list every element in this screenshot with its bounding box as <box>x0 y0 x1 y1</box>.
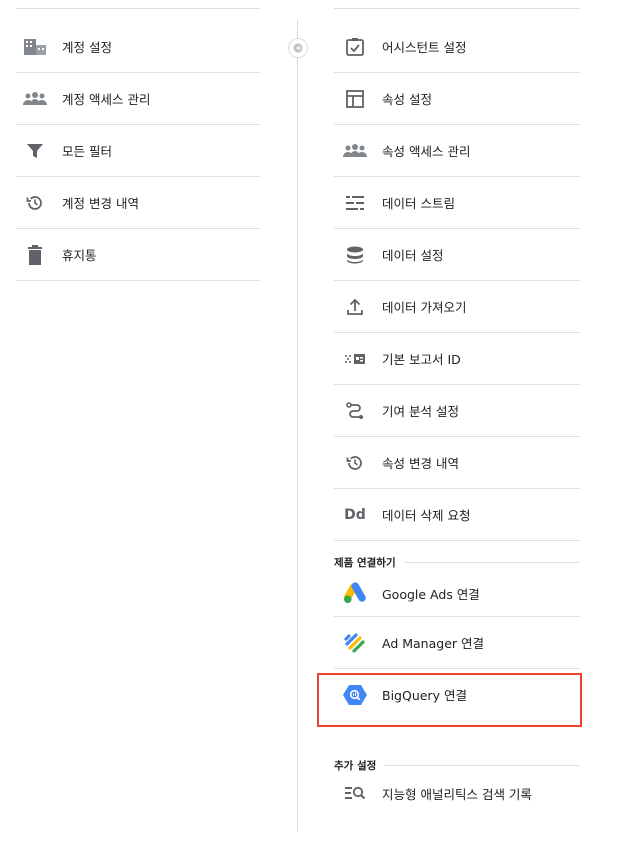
section-heading-text: 제품 연결하기 <box>334 557 396 569</box>
section-heading-text: 추가 설정 <box>334 760 377 772</box>
building-icon <box>22 34 48 60</box>
people-icon <box>342 138 368 164</box>
menu-item-data-deletion[interactable]: Dd 데이터 삭제 요청 <box>334 489 580 541</box>
id-card-icon <box>342 346 368 372</box>
menu-item-google-ads-link[interactable]: Google Ads 연결 <box>334 570 580 617</box>
menu-item-label: 계정 변경 내역 <box>62 196 139 211</box>
menu-item-all-filters[interactable]: 모든 필터 <box>16 125 260 177</box>
menu-item-label: 계정 설정 <box>62 40 112 55</box>
menu-item-label: 속성 설정 <box>382 92 432 107</box>
menu-item-report-id[interactable]: 기본 보고서 ID <box>334 333 580 385</box>
search-history-icon <box>342 780 368 806</box>
trash-icon <box>22 242 48 268</box>
menu-item-label: 기여 분석 설정 <box>382 404 459 419</box>
account-menu: 계정 설정 계정 액세스 관리 모든 필터 계정 변경 내역 휴지통 <box>16 0 260 281</box>
history-icon <box>342 450 368 476</box>
menu-item-account-settings[interactable]: 계정 설정 <box>16 21 260 73</box>
filter-icon <box>22 138 48 164</box>
menu-item-assistant-settings[interactable]: 어시스턴트 설정 <box>334 21 580 73</box>
menu-item-label: 데이터 삭제 요청 <box>382 508 471 523</box>
menu-item-label: 속성 변경 내역 <box>382 456 459 471</box>
path-icon <box>342 398 368 424</box>
menu-item-label: 휴지통 <box>62 248 97 263</box>
menu-item-label: 지능형 애널리틱스 검색 기록 <box>382 786 532 802</box>
menu-item-account-access[interactable]: 계정 액세스 관리 <box>16 73 260 125</box>
bigquery-highlight-box <box>317 673 582 727</box>
menu-item-label: 데이터 가져오기 <box>382 300 467 315</box>
people-icon <box>22 86 48 112</box>
window-icon <box>342 86 368 112</box>
ad-manager-icon <box>342 630 368 656</box>
menu-item-ad-manager-link[interactable]: Ad Manager 연결 <box>334 617 580 669</box>
section-rule <box>384 765 580 766</box>
menu-item-property-access[interactable]: 속성 액세스 관리 <box>334 125 580 177</box>
menu-item-data-streams[interactable]: 데이터 스트림 <box>334 177 580 229</box>
menu-item-label: 속성 액세스 관리 <box>382 144 471 159</box>
menu-item-data-import[interactable]: 데이터 가져오기 <box>334 281 580 333</box>
menu-item-label: Google Ads 연결 <box>382 586 480 602</box>
upload-icon <box>342 294 368 320</box>
menu-item-property-settings[interactable]: 속성 설정 <box>334 73 580 125</box>
menu-item-label: Ad Manager 연결 <box>382 636 485 651</box>
menu-item-label: 어시스턴트 설정 <box>382 40 467 55</box>
column-divider <box>297 20 298 832</box>
section-rule <box>403 562 580 563</box>
menu-item-label: 기본 보고서 ID <box>382 352 461 367</box>
product-links-heading: 제품 연결하기 <box>334 555 580 570</box>
streams-icon <box>342 190 368 216</box>
top-divider <box>16 0 260 9</box>
menu-item-label: 데이터 설정 <box>382 248 444 263</box>
history-icon <box>22 190 48 216</box>
menu-item-label: 데이터 스트림 <box>382 196 455 211</box>
menu-item-search-history[interactable]: 지능형 애널리틱스 검색 기록 <box>334 773 580 813</box>
menu-item-account-history[interactable]: 계정 변경 내역 <box>16 177 260 229</box>
menu-item-label: 모든 필터 <box>62 144 112 159</box>
google-ads-icon <box>342 580 368 606</box>
menu-item-attribution-settings[interactable]: 기여 분석 설정 <box>334 385 580 437</box>
top-divider <box>334 0 580 9</box>
database-icon <box>342 242 368 268</box>
menu-item-data-settings[interactable]: 데이터 설정 <box>334 229 580 281</box>
arrow-right-icon <box>288 38 308 58</box>
dd-icon: Dd <box>344 506 366 523</box>
additional-settings-heading: 추가 설정 <box>334 758 580 773</box>
menu-item-property-history[interactable]: 속성 변경 내역 <box>334 437 580 489</box>
menu-item-label: 계정 액세스 관리 <box>62 92 151 107</box>
checkbox-icon <box>342 34 368 60</box>
menu-item-trash[interactable]: 휴지통 <box>16 229 260 281</box>
